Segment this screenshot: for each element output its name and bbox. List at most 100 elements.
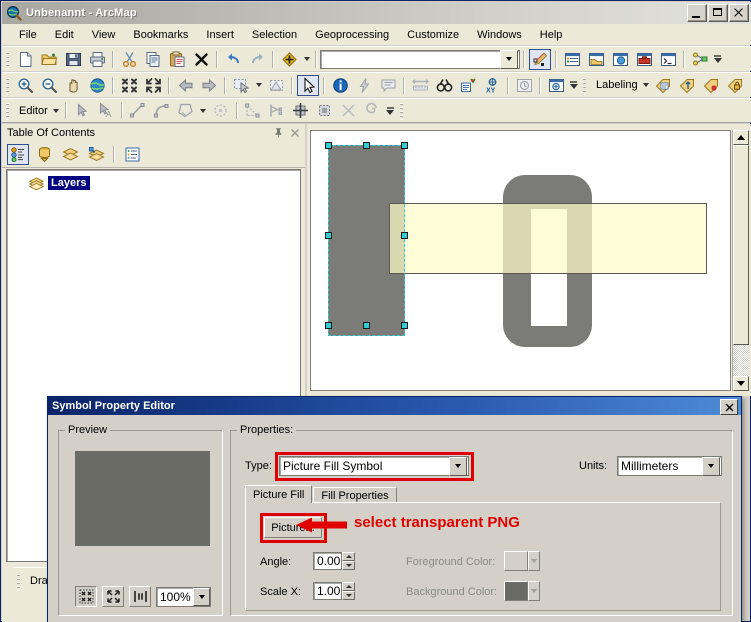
dialog-close-button[interactable] bbox=[720, 399, 738, 415]
hyperlink-icon[interactable] bbox=[353, 75, 375, 96]
menu-view[interactable]: View bbox=[83, 27, 125, 43]
full-extent-icon[interactable] bbox=[86, 75, 108, 96]
clear-selection-icon[interactable] bbox=[265, 75, 287, 96]
edit-vertices-icon[interactable] bbox=[242, 100, 264, 121]
toolbar-grip[interactable] bbox=[4, 101, 11, 120]
menu-geoprocessing[interactable]: Geoprocessing bbox=[306, 27, 398, 43]
zoom-to-extent-icon[interactable] bbox=[102, 586, 124, 607]
list-by-visibility-icon[interactable] bbox=[59, 144, 81, 165]
scroll-down-button[interactable] bbox=[733, 376, 749, 391]
split-icon[interactable] bbox=[314, 100, 336, 121]
list-by-drawing-order-icon[interactable] bbox=[7, 143, 29, 165]
catalog-icon[interactable] bbox=[585, 49, 607, 70]
select-features-icon[interactable] bbox=[230, 75, 252, 96]
selection-handle[interactable] bbox=[325, 232, 332, 239]
maximize-button[interactable] bbox=[708, 4, 728, 22]
scrollbar-track[interactable] bbox=[733, 145, 749, 376]
redo-icon[interactable] bbox=[246, 49, 268, 70]
scale-x-input[interactable]: 1.00 bbox=[313, 582, 342, 600]
fit-to-page-icon[interactable] bbox=[75, 586, 97, 607]
add-data-dropdown-arrow[interactable] bbox=[301, 49, 312, 70]
close-icon[interactable] bbox=[288, 126, 302, 140]
menu-help[interactable]: Help bbox=[531, 27, 572, 43]
go-forward-icon[interactable] bbox=[198, 75, 220, 96]
yellow-transparent-rectangle[interactable] bbox=[389, 203, 707, 274]
labeling-menu-label[interactable]: Labeling bbox=[590, 79, 641, 91]
pin-icon[interactable] bbox=[271, 126, 285, 140]
select-features-dropdown-arrow[interactable] bbox=[253, 75, 264, 96]
list-by-source-icon[interactable] bbox=[33, 144, 55, 165]
attributes-icon[interactable] bbox=[362, 100, 384, 121]
units-combo[interactable]: Millimeters bbox=[617, 456, 722, 476]
html-popup-icon[interactable] bbox=[377, 75, 399, 96]
selection-handle[interactable] bbox=[401, 322, 408, 329]
chevron-down-icon[interactable] bbox=[193, 587, 210, 606]
angle-input[interactable]: 0.00 bbox=[313, 552, 342, 570]
toolbar-grip[interactable] bbox=[4, 75, 11, 95]
curve-segment-icon[interactable] bbox=[151, 100, 173, 121]
selection-handle[interactable] bbox=[363, 142, 370, 149]
labeling-dropdown-arrow[interactable] bbox=[641, 75, 652, 96]
delete-icon[interactable] bbox=[190, 49, 212, 70]
editor-menu-label[interactable]: Editor bbox=[13, 105, 51, 117]
tab-fill-properties[interactable]: Fill Properties bbox=[313, 487, 397, 503]
menu-customize[interactable]: Customize bbox=[398, 27, 468, 43]
close-button[interactable] bbox=[729, 4, 749, 22]
undo-icon[interactable] bbox=[222, 49, 244, 70]
open-icon[interactable] bbox=[38, 49, 60, 70]
chevron-down-icon[interactable] bbox=[528, 551, 540, 571]
preview-zoom-combo[interactable]: 100% bbox=[156, 586, 211, 607]
pan-icon[interactable] bbox=[62, 75, 84, 96]
menu-file[interactable]: File bbox=[10, 27, 46, 43]
angle-stepper[interactable] bbox=[342, 552, 355, 570]
edit-annotation-icon[interactable]: A bbox=[95, 100, 117, 121]
menu-edit[interactable]: Edit bbox=[46, 27, 83, 43]
identify-icon[interactable] bbox=[329, 75, 351, 96]
label-priority-icon[interactable] bbox=[677, 75, 699, 96]
fixed-zoom-in-icon[interactable] bbox=[118, 75, 140, 96]
menu-insert[interactable]: Insert bbox=[197, 27, 243, 43]
create-viewer-window-icon[interactable] bbox=[545, 75, 567, 96]
print-icon[interactable] bbox=[86, 49, 108, 70]
toolbar-overflow-button[interactable] bbox=[712, 49, 723, 69]
map-vertical-scrollbar[interactable] bbox=[732, 130, 749, 391]
lock-labels-icon[interactable] bbox=[725, 75, 747, 96]
model-builder-icon[interactable] bbox=[689, 49, 711, 70]
new-document-icon[interactable] bbox=[14, 49, 36, 70]
edit-tool-icon[interactable] bbox=[71, 100, 93, 121]
selection-handle[interactable] bbox=[401, 232, 408, 239]
python-window-icon[interactable] bbox=[657, 49, 679, 70]
tab-picture-fill[interactable]: Picture Fill bbox=[245, 485, 313, 503]
trace-icon[interactable] bbox=[210, 100, 232, 121]
toolbar-grip[interactable] bbox=[15, 571, 22, 591]
selection-handle[interactable] bbox=[325, 142, 332, 149]
labeling-toolbar-grip[interactable] bbox=[581, 75, 588, 95]
zoom-in-icon[interactable] bbox=[14, 75, 36, 96]
find-icon[interactable] bbox=[433, 75, 455, 96]
scale-x-stepper[interactable] bbox=[342, 582, 355, 600]
select-elements-icon[interactable] bbox=[297, 74, 319, 96]
editor-overflow-button[interactable] bbox=[385, 101, 396, 121]
selection-handle[interactable] bbox=[401, 142, 408, 149]
copy-icon[interactable] bbox=[142, 49, 164, 70]
scroll-up-button[interactable] bbox=[733, 130, 749, 145]
menu-windows[interactable]: Windows bbox=[468, 27, 531, 43]
editor-dropdown-arrow[interactable] bbox=[51, 100, 62, 121]
list-by-selection-icon[interactable] bbox=[85, 144, 107, 165]
tools-overflow-button[interactable] bbox=[568, 75, 579, 95]
scale-combo[interactable] bbox=[320, 49, 520, 69]
label-weight-icon[interactable] bbox=[701, 75, 723, 96]
construction-tools-dropdown-arrow[interactable] bbox=[198, 100, 209, 121]
editor-toolbar-icon[interactable] bbox=[529, 48, 551, 70]
add-data-icon[interactable] bbox=[278, 49, 300, 70]
scale-x-stepper-up[interactable] bbox=[342, 582, 355, 591]
actual-size-icon[interactable] bbox=[129, 586, 151, 607]
chevron-down-icon[interactable] bbox=[702, 456, 720, 476]
measure-icon[interactable] bbox=[409, 75, 431, 96]
scrollbar-thumb[interactable] bbox=[733, 145, 749, 345]
extra-toolbar-grip[interactable] bbox=[397, 101, 405, 120]
cut-polygons-icon[interactable] bbox=[290, 100, 312, 121]
cut-icon[interactable] bbox=[118, 49, 140, 70]
angle-stepper-up[interactable] bbox=[342, 552, 355, 561]
reshape-feature-icon[interactable] bbox=[266, 100, 288, 121]
